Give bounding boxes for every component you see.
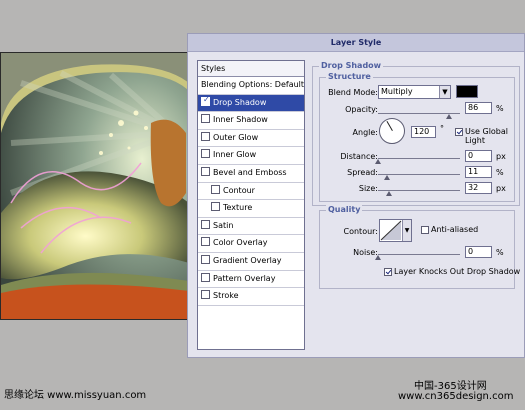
noise-slider-thumb[interactable] <box>375 255 381 260</box>
style-item-label: Color Overlay <box>213 238 268 248</box>
size-slider-thumb[interactable] <box>385 191 392 196</box>
style-item[interactable]: Satin <box>198 218 304 236</box>
style-item[interactable]: Bevel and Emboss <box>198 165 304 183</box>
anti-aliased-label: Anti-aliased <box>431 225 479 234</box>
styles-list: Styles Blending Options: Default ✓ Drop Sh… <box>197 60 305 350</box>
style-item-checkbox[interactable] <box>201 149 210 159</box>
contour-label: Contour: <box>343 227 379 236</box>
style-item-checkbox[interactable] <box>201 254 210 264</box>
spread-slider[interactable] <box>378 174 460 175</box>
style-item[interactable]: Inner Shadow <box>198 112 304 130</box>
blend-mode-value: Multiply <box>381 87 413 96</box>
style-item-label: Stroke <box>213 291 239 301</box>
spread-unit: % <box>496 168 504 177</box>
style-item-label: Bevel and Emboss <box>213 167 287 177</box>
distance-slider-thumb[interactable] <box>375 159 381 164</box>
style-item-label: Satin <box>213 220 234 230</box>
style-item-label: Contour <box>223 185 255 195</box>
noise-label: Noise: <box>353 248 378 257</box>
drop-shadow-title: Drop Shadow <box>319 61 384 70</box>
style-item-label: Gradient Overlay <box>213 255 282 265</box>
noise-input[interactable]: 0 <box>465 246 492 258</box>
style-item-checkbox[interactable] <box>201 237 210 247</box>
style-item-label: Inner Shadow <box>213 115 268 125</box>
style-item[interactable]: Color Overlay <box>198 235 304 253</box>
canvas-artwork <box>0 52 188 320</box>
artwork-image <box>1 53 187 319</box>
opacity-value: 86 <box>468 103 479 112</box>
style-item[interactable]: Texture <box>198 200 304 218</box>
angle-dial[interactable] <box>379 118 405 144</box>
style-item-label: Inner Glow <box>213 150 257 160</box>
opacity-label: Opacity: <box>345 105 378 114</box>
angle-label: Angle: <box>352 128 378 137</box>
knockout-label: Layer Knocks Out Drop Shadow <box>394 267 521 276</box>
knockout-checkbox[interactable] <box>384 268 392 276</box>
style-item[interactable]: Gradient Overlay <box>198 253 304 271</box>
size-value: 32 <box>468 183 479 192</box>
spread-slider-thumb[interactable] <box>384 175 391 180</box>
style-item[interactable]: Stroke <box>198 288 304 306</box>
spread-input[interactable]: 11 <box>465 166 492 178</box>
style-item[interactable]: Inner Glow <box>198 147 304 165</box>
style-item[interactable]: Pattern Overlay <box>198 271 304 289</box>
style-item-checkbox[interactable] <box>201 131 210 141</box>
size-input[interactable]: 32 <box>465 182 492 194</box>
style-item-label: Blending Options: Default <box>201 80 304 89</box>
style-item-label: Pattern Overlay <box>213 273 276 283</box>
blend-mode-label: Blend Mode: <box>328 88 378 97</box>
style-item[interactable]: ✓ Drop Shadow <box>198 94 304 113</box>
style-item[interactable]: Blending Options: Default <box>198 77 304 95</box>
contour-dropdown-icon: ▼ <box>402 220 411 241</box>
style-item-label: Texture <box>223 203 253 213</box>
use-global-light-checkbox[interactable] <box>455 128 463 136</box>
distance-label: Distance: <box>340 152 378 161</box>
contour-curve-icon <box>380 220 402 241</box>
quality-title: Quality <box>326 205 363 214</box>
style-item-checkbox[interactable] <box>201 272 210 282</box>
style-item-label: Drop Shadow <box>213 97 267 107</box>
styles-header[interactable]: Styles <box>198 61 304 77</box>
blend-mode-select[interactable]: Multiply ▼ <box>378 85 451 99</box>
style-item-checkbox[interactable] <box>211 184 220 194</box>
noise-value: 0 <box>468 247 474 256</box>
opacity-input[interactable]: 86 <box>465 102 492 114</box>
layer-style-dialog: Layer Style Styles Blending Options: Def… <box>187 33 525 358</box>
opacity-slider-thumb[interactable] <box>445 114 452 119</box>
size-unit: px <box>496 184 506 193</box>
size-label: Size: <box>358 184 378 193</box>
style-item[interactable]: Contour <box>198 183 304 201</box>
style-item-checkbox[interactable] <box>201 290 210 300</box>
style-item-checkbox[interactable] <box>201 114 210 124</box>
distance-unit: px <box>496 152 506 161</box>
distance-input[interactable]: 0 <box>465 150 492 162</box>
spread-value: 11 <box>468 167 479 176</box>
contour-picker[interactable]: ▼ <box>379 219 412 242</box>
opacity-unit: % <box>496 104 504 113</box>
angle-input[interactable]: 120 <box>411 126 436 138</box>
degree-symbol: ° <box>440 124 444 133</box>
anti-aliased-checkbox[interactable] <box>421 226 429 234</box>
distance-value: 0 <box>468 151 474 160</box>
style-item-checkbox[interactable] <box>201 166 210 176</box>
watermark-right-top: 中国-365设计网 <box>414 381 487 392</box>
style-item-label: Outer Glow <box>213 132 259 142</box>
watermark-right-bottom: www.cn365design.com <box>398 391 514 402</box>
chevron-down-icon: ▼ <box>439 86 450 98</box>
use-global-light-label: Use Global Light <box>465 127 509 145</box>
distance-slider[interactable] <box>378 158 460 159</box>
dialog-title: Layer Style <box>188 34 524 52</box>
spread-label: Spread: <box>347 168 378 177</box>
noise-unit: % <box>496 248 504 257</box>
structure-title: Structure <box>326 72 373 81</box>
noise-slider[interactable] <box>378 254 460 255</box>
style-item-checkbox[interactable] <box>211 202 220 212</box>
angle-value: 120 <box>414 127 430 136</box>
watermark-left: 思缘论坛 www.missyuan.com <box>4 390 147 401</box>
angle-dial-needle <box>386 120 393 131</box>
shadow-color-swatch[interactable] <box>456 85 478 98</box>
style-item[interactable]: Outer Glow <box>198 130 304 148</box>
style-item-checkbox[interactable] <box>201 219 210 229</box>
style-item-checkbox[interactable]: ✓ <box>201 95 210 106</box>
